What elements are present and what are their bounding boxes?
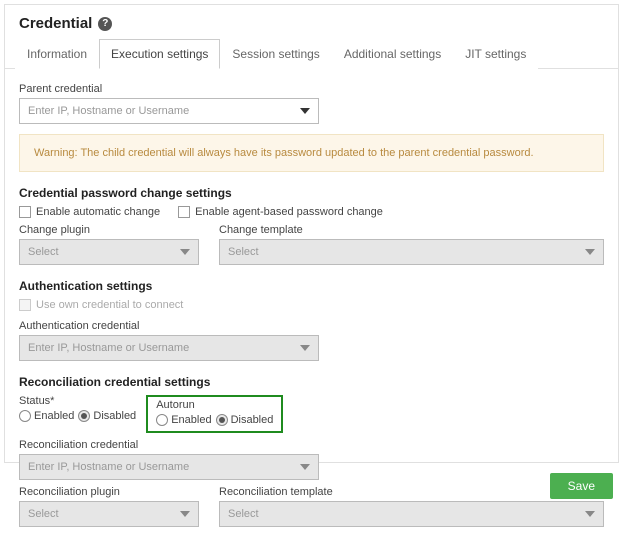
recon-template-select[interactable]: Select xyxy=(219,501,604,527)
tab-execution-settings[interactable]: Execution settings xyxy=(99,39,220,69)
change-plugin-row: Change plugin Select Change template Sel… xyxy=(19,218,604,265)
recon-credential-placeholder: Enter IP, Hostname or Username xyxy=(28,461,189,473)
recon-credential-label: Reconciliation credential xyxy=(19,439,604,451)
change-plugin-placeholder: Select xyxy=(28,246,59,258)
use-own-credential-label: Use own credential to connect xyxy=(36,299,183,311)
checkbox-icon xyxy=(19,299,31,311)
autorun-disabled-radio[interactable]: Disabled xyxy=(216,414,274,426)
autorun-label: Autorun xyxy=(156,399,273,411)
recon-template-label: Reconciliation template xyxy=(219,486,604,498)
warning-banner: Warning: The child credential will alway… xyxy=(19,134,604,172)
enable-agent-change-checkbox[interactable]: Enable agent-based password change xyxy=(178,206,383,218)
status-disabled-radio[interactable]: Disabled xyxy=(78,410,136,422)
warning-text: Warning: The child credential will alway… xyxy=(34,147,534,159)
enable-agent-change-label: Enable agent-based password change xyxy=(195,206,383,218)
auth-credential-select[interactable]: Enter IP, Hostname or Username xyxy=(19,335,319,361)
help-icon[interactable]: ? xyxy=(98,17,112,31)
tab-additional-settings[interactable]: Additional settings xyxy=(332,39,453,69)
change-plugin-select[interactable]: Select xyxy=(19,239,199,265)
credential-panel: Credential ? Information Execution setti… xyxy=(4,4,619,463)
status-enabled-label: Enabled xyxy=(34,410,74,422)
change-template-label: Change template xyxy=(219,224,604,236)
content-area: Parent credential Enter IP, Hostname or … xyxy=(5,69,618,535)
parent-credential-placeholder: Enter IP, Hostname or Username xyxy=(28,105,189,117)
radio-icon xyxy=(19,410,31,422)
change-template-placeholder: Select xyxy=(228,246,259,258)
password-check-row: Enable automatic change Enable agent-bas… xyxy=(19,206,604,218)
status-label: Status* xyxy=(19,395,136,407)
tab-bar: Information Execution settings Session s… xyxy=(5,38,618,69)
page-title: Credential xyxy=(19,15,92,32)
status-radio-group: Enabled Disabled xyxy=(19,410,136,422)
tab-session-settings[interactable]: Session settings xyxy=(220,39,331,69)
autorun-disabled-label: Disabled xyxy=(231,414,274,426)
autorun-radio-group: Enabled Disabled xyxy=(156,414,273,426)
autorun-enabled-radio[interactable]: Enabled xyxy=(156,414,211,426)
autorun-block: Autorun Enabled Disabled xyxy=(146,395,283,433)
checkbox-icon xyxy=(19,206,31,218)
panel-header: Credential ? xyxy=(5,5,618,38)
caret-down-icon xyxy=(180,511,190,517)
recon-plugin-label: Reconciliation plugin xyxy=(19,486,199,498)
parent-credential-label: Parent credential xyxy=(19,83,604,95)
status-enabled-radio[interactable]: Enabled xyxy=(19,410,74,422)
recon-section-title: Reconciliation credential settings xyxy=(19,375,604,389)
password-section-title: Credential password change settings xyxy=(19,186,604,200)
caret-down-icon xyxy=(585,249,595,255)
tab-information[interactable]: Information xyxy=(15,39,99,69)
caret-down-icon xyxy=(300,345,310,351)
change-template-select[interactable]: Select xyxy=(219,239,604,265)
caret-down-icon xyxy=(300,464,310,470)
recon-credential-select[interactable]: Enter IP, Hostname or Username xyxy=(19,454,319,480)
radio-icon xyxy=(216,414,228,426)
enable-auto-change-checkbox[interactable]: Enable automatic change xyxy=(19,206,160,218)
status-autorun-row: Status* Enabled Disabled Autorun xyxy=(19,395,604,433)
parent-credential-select[interactable]: Enter IP, Hostname or Username xyxy=(19,98,319,124)
recon-plugin-row: Reconciliation plugin Select Reconciliat… xyxy=(19,480,604,527)
caret-down-icon xyxy=(585,511,595,517)
save-button[interactable]: Save xyxy=(550,473,613,499)
radio-icon xyxy=(156,414,168,426)
use-own-credential-checkbox[interactable]: Use own credential to connect xyxy=(19,299,183,311)
recon-plugin-placeholder: Select xyxy=(28,508,59,520)
caret-down-icon xyxy=(180,249,190,255)
checkbox-icon xyxy=(178,206,190,218)
autorun-enabled-label: Enabled xyxy=(171,414,211,426)
caret-down-icon xyxy=(300,108,310,114)
radio-icon xyxy=(78,410,90,422)
auth-section-title: Authentication settings xyxy=(19,279,604,293)
enable-auto-change-label: Enable automatic change xyxy=(36,206,160,218)
auth-credential-placeholder: Enter IP, Hostname or Username xyxy=(28,342,189,354)
recon-plugin-select[interactable]: Select xyxy=(19,501,199,527)
change-plugin-label: Change plugin xyxy=(19,224,199,236)
status-disabled-label: Disabled xyxy=(93,410,136,422)
auth-credential-label: Authentication credential xyxy=(19,320,604,332)
status-block: Status* Enabled Disabled xyxy=(19,395,136,422)
recon-template-placeholder: Select xyxy=(228,508,259,520)
tab-jit-settings[interactable]: JIT settings xyxy=(453,39,538,69)
